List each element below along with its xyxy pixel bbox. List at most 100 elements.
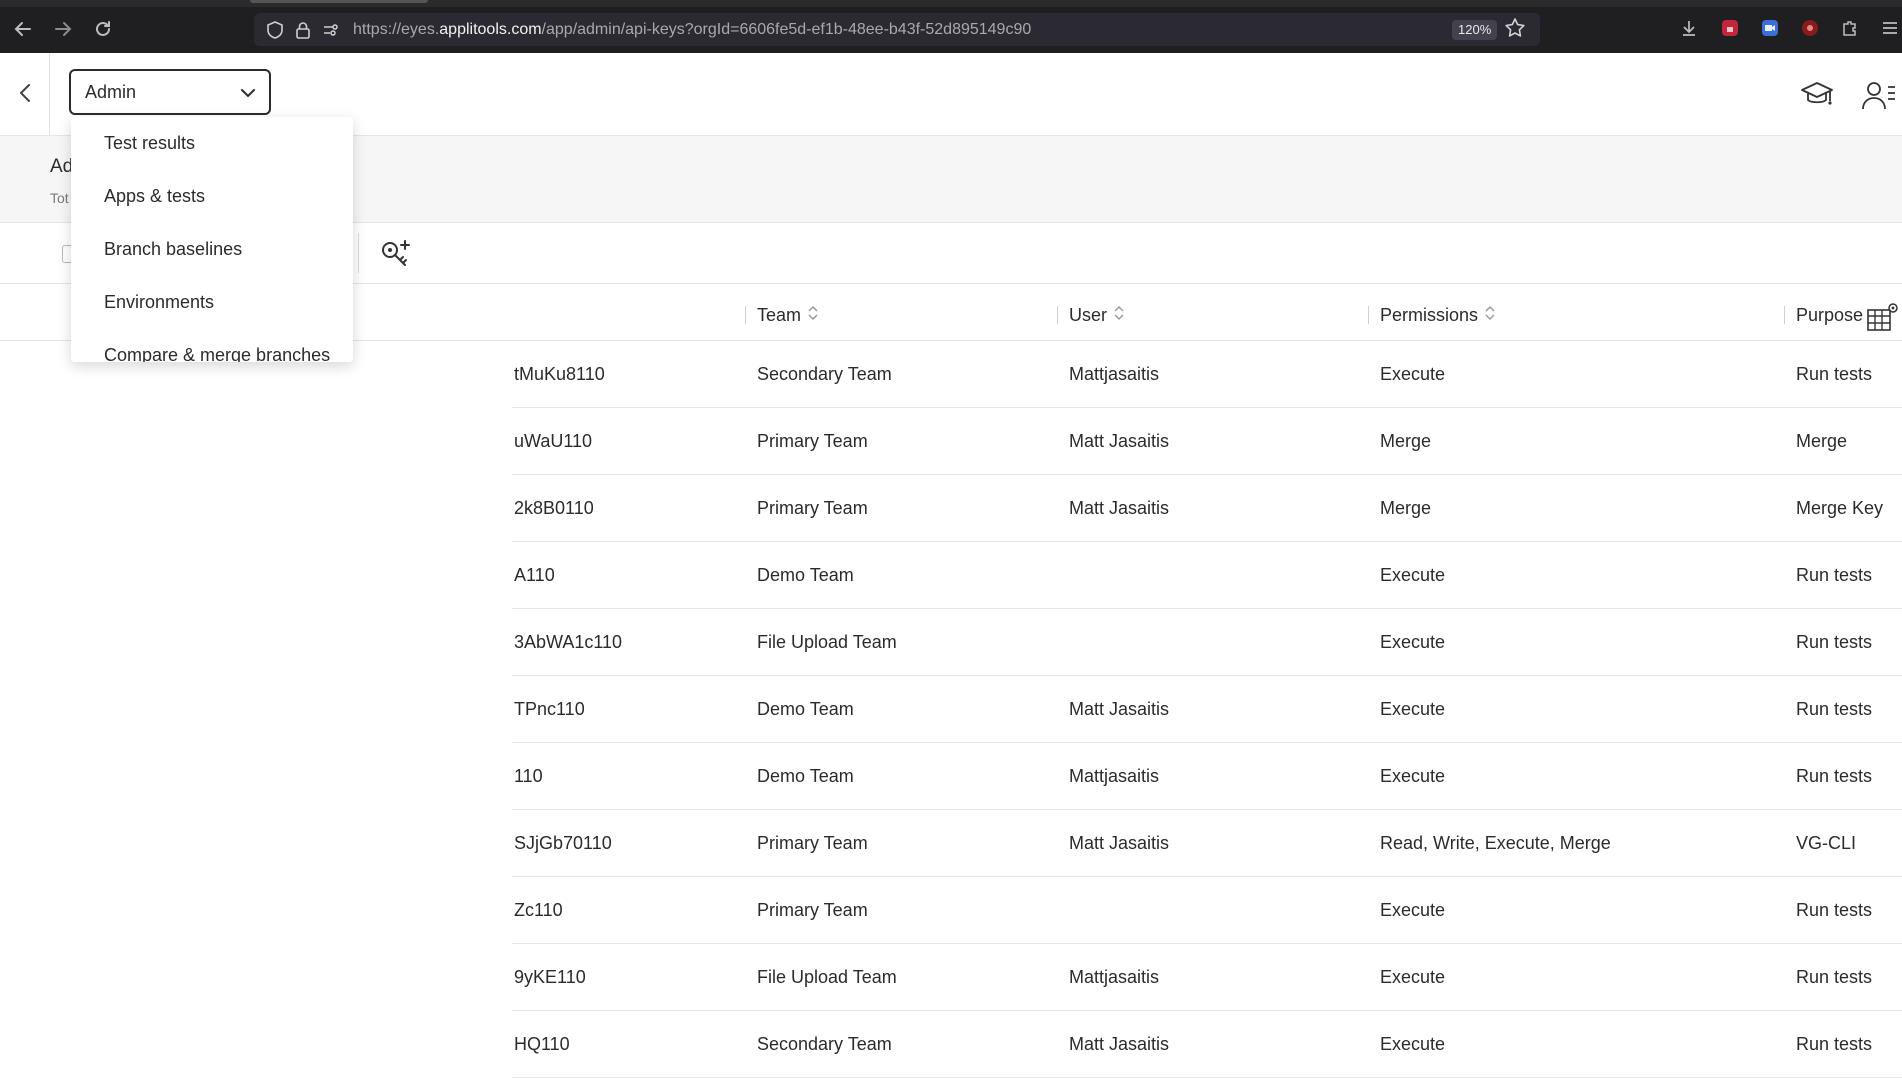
user-cell: Matt Jasaitis <box>1069 1033 1170 1054</box>
team-cell: Secondary Team <box>757 1033 892 1054</box>
url-host: applitools.com <box>439 21 542 38</box>
purpose-cell: Run tests <box>1796 966 1873 987</box>
column-header-team[interactable]: Team <box>745 290 819 340</box>
team-cell: Primary Team <box>757 497 868 518</box>
page-title: Ad <box>50 156 74 177</box>
column-header-user[interactable]: User <box>1057 290 1125 340</box>
page-subtitle: Tot <box>50 190 69 206</box>
address-bar[interactable]: https://eyes.applitools.com/app/admin/ap… <box>254 13 1540 46</box>
extensions-puzzle-icon[interactable] <box>1840 18 1860 38</box>
graduation-cap-icon[interactable] <box>1800 79 1834 111</box>
table-settings-icon[interactable] <box>1866 300 1900 334</box>
permissions-cell: Merge <box>1380 497 1432 518</box>
url-text[interactable]: https://eyes.applitools.com/app/admin/ap… <box>353 21 1031 39</box>
menu-item-compare-merge-branches[interactable]: Compare & merge branches <box>71 329 353 362</box>
section-select-value: Admin <box>85 81 137 102</box>
purpose-cell: Run tests <box>1796 765 1873 786</box>
api-key-cell: A110 <box>514 564 555 585</box>
section-dropdown-menu: Test results Apps & tests Branch baselin… <box>71 117 353 362</box>
sort-icon[interactable] <box>807 304 819 327</box>
user-cell: Mattjasaitis <box>1069 966 1160 987</box>
column-divider <box>745 306 746 324</box>
api-key-cell: HQ110 <box>514 1033 570 1054</box>
permissions-cell: Execute <box>1380 631 1446 652</box>
column-header-purpose[interactable]: Purpose <box>1784 290 1864 340</box>
permissions-cell: Merge <box>1380 430 1432 451</box>
permissions-cell: Execute <box>1380 966 1446 987</box>
user-cell: Matt Jasaitis <box>1069 497 1170 518</box>
chevron-down-icon <box>239 84 257 107</box>
api-key-cell: TPnc110 <box>514 698 585 719</box>
toolbar-separator <box>358 233 359 273</box>
menu-item-test-results[interactable]: Test results <box>71 117 353 170</box>
permissions-icon[interactable] <box>320 19 342 41</box>
purpose-cell: Run tests <box>1796 564 1873 585</box>
team-cell: File Upload Team <box>757 631 897 652</box>
header-divider <box>49 53 50 135</box>
column-header-label: Purpose <box>1796 304 1864 325</box>
zoom-level-badge[interactable]: 120% <box>1452 20 1498 40</box>
active-tab-indicator <box>250 0 428 3</box>
bookmark-star-icon[interactable] <box>1504 17 1526 45</box>
api-key-cell: 9yKE110 <box>514 966 586 987</box>
user-cell: Matt Jasaitis <box>1069 698 1170 719</box>
chevron-left-icon[interactable] <box>14 81 38 105</box>
purpose-cell: Run tests <box>1796 363 1873 384</box>
user-cell: Matt Jasaitis <box>1069 832 1170 853</box>
extension-video-icon[interactable] <box>1760 18 1780 38</box>
purpose-cell: Run tests <box>1796 1033 1873 1054</box>
permissions-cell: Execute <box>1380 564 1446 585</box>
forward-arrow-icon[interactable] <box>50 16 76 42</box>
permissions-cell: Read, Write, Execute, Merge <box>1380 832 1611 853</box>
permissions-cell: Execute <box>1380 698 1446 719</box>
table-left-mask <box>0 356 512 1078</box>
column-header-label: Permissions <box>1380 304 1479 325</box>
team-cell: File Upload Team <box>757 966 897 987</box>
team-cell: Primary Team <box>757 430 868 451</box>
team-cell: Primary Team <box>757 899 868 920</box>
add-api-key-icon[interactable] <box>379 237 413 271</box>
api-key-cell: SJjGb70110 <box>514 832 612 853</box>
purpose-cell: Run tests <box>1796 631 1873 652</box>
permissions-cell: Execute <box>1380 363 1446 384</box>
sort-icon[interactable] <box>1113 304 1125 327</box>
permissions-cell: Execute <box>1380 1033 1446 1054</box>
purpose-cell: Run tests <box>1796 698 1873 719</box>
team-cell: Demo Team <box>757 698 854 719</box>
download-icon[interactable] <box>1679 18 1699 38</box>
purpose-cell: Run tests <box>1796 899 1873 920</box>
api-key-cell: 2k8B0110 <box>514 497 594 518</box>
url-scheme: https://eyes. <box>353 21 440 38</box>
reload-icon[interactable] <box>90 16 116 42</box>
column-header-label: User <box>1069 304 1108 325</box>
permissions-cell: Execute <box>1380 765 1446 786</box>
user-cell: Matt Jasaitis <box>1069 430 1170 451</box>
extension-ublock-icon[interactable] <box>1800 18 1820 38</box>
column-header-permissions[interactable]: Permissions <box>1368 290 1496 340</box>
lock-icon[interactable] <box>292 19 314 41</box>
team-cell: Primary Team <box>757 832 868 853</box>
api-key-cell: 3AbWA1c110 <box>514 631 623 652</box>
section-select[interactable]: Admin <box>69 69 271 115</box>
purpose-cell: Merge <box>1796 430 1848 451</box>
column-divider <box>1784 306 1785 324</box>
extension-red-lock-icon[interactable] <box>1720 18 1740 38</box>
menu-item-apps-tests[interactable]: Apps & tests <box>71 170 353 223</box>
column-header-label: Team <box>757 304 802 325</box>
team-cell: Demo Team <box>757 564 854 585</box>
team-cell: Secondary Team <box>757 363 892 384</box>
browser-toolbar: https://eyes.applitools.com/app/admin/ap… <box>0 0 1902 53</box>
menu-icon[interactable] <box>1880 18 1900 38</box>
user-cell: Mattjasaitis <box>1069 765 1160 786</box>
back-arrow-icon[interactable] <box>10 16 36 42</box>
menu-item-environments[interactable]: Environments <box>71 276 353 329</box>
purpose-cell: VG-CLI <box>1796 832 1857 853</box>
user-profile-icon[interactable] <box>1862 79 1896 111</box>
api-key-cell: tMuKu8110 <box>514 363 605 384</box>
shield-icon[interactable] <box>264 19 286 41</box>
api-key-cell: uWaU110 <box>514 430 593 451</box>
column-divider <box>1368 306 1369 324</box>
menu-item-branch-baselines[interactable]: Branch baselines <box>71 223 353 276</box>
purpose-cell: Merge Key <box>1796 497 1884 518</box>
sort-icon[interactable] <box>1484 304 1496 327</box>
